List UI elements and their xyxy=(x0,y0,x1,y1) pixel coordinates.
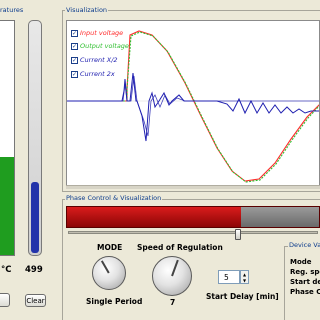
mode-label: MODE xyxy=(97,243,123,252)
device-value-reg-speed: Reg. spe xyxy=(290,268,320,276)
clear-button[interactable]: Clear xyxy=(25,294,46,307)
legend-current-double-checkbox[interactable]: ✓ xyxy=(71,70,78,78)
temperature-gauge-green-fill xyxy=(0,156,14,255)
temperature-gauge-blue-fill xyxy=(31,182,39,253)
mode-knob[interactable] xyxy=(92,256,126,290)
temperature-green-value: °C xyxy=(1,265,12,275)
phase-control-bar-remainder xyxy=(240,207,319,227)
legend-current-half-checkbox[interactable]: ✓ xyxy=(71,56,78,64)
device-value-phase: Phase Ct xyxy=(290,288,320,296)
phase-group-title: Phase Control & Visualization xyxy=(65,194,163,202)
phase-control-bar xyxy=(66,206,320,228)
legend-current-half-label: Current X/2 xyxy=(80,56,118,64)
legend-current-double[interactable]: ✓ Current 2x xyxy=(71,70,115,78)
mode-knob-pointer xyxy=(100,260,110,274)
plot-horizontal-scrollbar[interactable] xyxy=(66,185,320,189)
device-values-title: Device Valu xyxy=(288,241,320,249)
speed-of-regulation-label: Speed of Regulation xyxy=(137,243,223,252)
temperature-gauge-blue xyxy=(28,20,42,256)
legend-current-double-label: Current 2x xyxy=(80,70,115,78)
spinner-up-icon[interactable]: ▲ xyxy=(243,272,246,277)
temperature-blue-value: 499 xyxy=(25,265,43,275)
phase-slider-track[interactable] xyxy=(68,231,318,234)
visualization-group-title: Visualization xyxy=(65,6,109,14)
waveform-plot: ✓ Input voltage ✓ Output voltage ✓ Curre… xyxy=(66,20,320,186)
legend-input-voltage-label: Input voltage xyxy=(80,29,124,37)
mode-value: Single Period xyxy=(86,297,143,306)
legend-output-voltage[interactable]: ✓ Output voltage xyxy=(71,42,129,50)
legend-input-voltage[interactable]: ✓ Input voltage xyxy=(71,29,123,37)
legend-input-voltage-checkbox[interactable]: ✓ xyxy=(71,29,78,37)
legend-output-voltage-checkbox[interactable]: ✓ xyxy=(71,42,78,50)
device-value-start-delay: Start del xyxy=(290,278,320,286)
trace-output-voltage xyxy=(67,31,319,183)
trace-current-double xyxy=(67,75,319,137)
legend-output-voltage-label: Output voltage xyxy=(80,42,129,50)
temperature-gauge-green xyxy=(0,20,15,256)
speed-of-regulation-value: 7 xyxy=(170,298,176,307)
start-delay-input[interactable]: 5 xyxy=(218,270,240,284)
trace-current-half xyxy=(67,72,319,142)
start-delay-label: Start Delay [min] xyxy=(206,292,279,301)
trace-input-voltage xyxy=(67,30,319,182)
spinner-down-icon[interactable]: ▼ xyxy=(243,278,246,283)
speed-knob-pointer xyxy=(171,259,179,277)
speed-of-regulation-knob[interactable] xyxy=(152,256,192,296)
legend-current-half[interactable]: ✓ Current X/2 xyxy=(71,56,118,64)
start-delay-spinner[interactable]: ▲ ▼ xyxy=(240,270,249,284)
device-value-mode: Mode xyxy=(290,258,312,266)
phase-slider-thumb[interactable] xyxy=(235,229,241,240)
left-small-button[interactable] xyxy=(0,293,10,307)
temperatures-group-title: ratures xyxy=(0,6,24,14)
